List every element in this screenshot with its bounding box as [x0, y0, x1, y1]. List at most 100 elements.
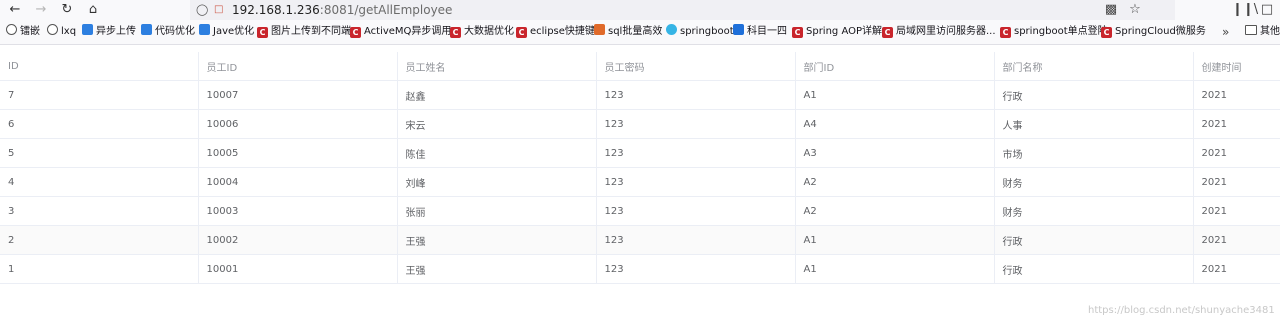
table-cell: 市场: [994, 138, 1194, 168]
address-bar[interactable]: ◯ □ 192.168.1.236:8081/getAllEmployee ▩ …: [190, 0, 1175, 20]
orange-logo-icon: [594, 24, 605, 35]
table-cell: 王强: [397, 225, 597, 255]
bookmark-label: sql批量高效: [608, 26, 663, 37]
table-cell: 10002: [198, 225, 398, 255]
bookmark-item[interactable]: C SpringCloud微服务: [1101, 24, 1206, 40]
bookmark-item[interactable]: 异步上传: [82, 24, 136, 40]
extensions-icon[interactable]: □: [1258, 1, 1276, 19]
csdn-icon: C: [882, 27, 893, 38]
bookmark-label: ActiveMQ异步调用: [364, 26, 452, 37]
bookmark-item[interactable]: Ceclipse快捷键: [516, 24, 595, 40]
bookmark-label: SpringCloud微服务: [1115, 26, 1206, 37]
bookmark-item[interactable]: springboot: [666, 24, 734, 40]
csdn-icon: C: [516, 27, 527, 38]
column-header[interactable]: ID: [0, 52, 199, 81]
bookmarks-bar: 镭嵌 lxq 异步上传 代码优化 Jave优化 C 图片上传到不同端 C ActiveMQ异步调…: [0, 20, 1280, 45]
table-cell: 3: [0, 196, 199, 226]
reload-icon[interactable]: ↻: [58, 1, 76, 19]
column-header[interactable]: 员工ID: [198, 52, 398, 81]
bookmarks-overflow-chevron-icon[interactable]: »: [1222, 24, 1229, 40]
table-cell: 刘峰: [397, 167, 597, 197]
bookmark-item[interactable]: 其他书: [1245, 24, 1280, 40]
table-row[interactable]: 3 10003 张丽 123 A2 财务 2021: [0, 196, 1280, 226]
table-row[interactable]: 6 10006 宋云 123 A4 人事 2021: [0, 109, 1280, 139]
column-header[interactable]: 部门名称: [994, 52, 1194, 81]
table-cell: 123: [596, 138, 796, 168]
bookmark-label: 大数据优化: [464, 26, 514, 37]
table-cell: 10005: [198, 138, 398, 168]
column-header[interactable]: 员工姓名: [397, 52, 597, 81]
table-cell: 行政: [994, 225, 1194, 255]
table-cell: A4: [795, 109, 995, 139]
bookmark-item[interactable]: C 大数据优化: [450, 24, 514, 40]
bookmark-label: 图片上传到不同端: [271, 26, 351, 37]
table-cell: 10006: [198, 109, 398, 139]
library-icon[interactable]: ❙❙\: [1232, 1, 1258, 19]
back-arrow-icon[interactable]: ←: [6, 1, 24, 19]
bookmark-item[interactable]: C 局域网里访问服务器...: [882, 24, 996, 40]
table-cell: 赵鑫: [397, 80, 597, 110]
bookmark-item[interactable]: Jave优化: [199, 24, 254, 40]
table-cell: A2: [795, 196, 995, 226]
url-text[interactable]: 192.168.1.236:8081/getAllEmployee: [232, 2, 452, 18]
bookmark-item[interactable]: lxq: [47, 24, 76, 40]
table-cell: 财务: [994, 167, 1194, 197]
globe-icon: [6, 24, 17, 35]
table-row[interactable]: 5 10005 陈佳 123 A3 市场 2021: [0, 138, 1280, 168]
table-row[interactable]: 2 10002 王强 123 A1 行政 2021: [0, 225, 1280, 255]
forward-arrow-icon[interactable]: →: [32, 1, 50, 19]
column-header[interactable]: 部门ID: [795, 52, 995, 81]
table-cell: A1: [795, 225, 995, 255]
bookmark-label: 异步上传: [96, 26, 136, 37]
bookmark-item[interactable]: sql批量高效: [594, 24, 662, 40]
table-body: 7 10007 赵鑫 123 A1 行政 2021 6 10006 宋云 123 A4 人事 2021 5 1…: [0, 80, 1280, 284]
bookmark-label: Jave优化: [213, 26, 255, 37]
table-cell: A1: [795, 80, 995, 110]
csdn-icon: C: [1101, 27, 1112, 38]
table-cell: 7: [0, 80, 199, 110]
bookmark-item[interactable]: C 图片上传到不同端: [257, 24, 351, 40]
insecure-lock-icon[interactable]: □: [214, 3, 224, 17]
table-cell: 10007: [198, 80, 398, 110]
table-cell: 123: [596, 225, 796, 255]
table-row[interactable]: 4 10004 刘峰 123 A2 财务 2021: [0, 167, 1280, 197]
table-cell: 123: [596, 109, 796, 139]
table-cell: 4: [0, 167, 199, 197]
table-cell: 123: [596, 167, 796, 197]
table-cell: 宋云: [397, 109, 597, 139]
table-row[interactable]: 7 10007 赵鑫 123 A1 行政 2021: [0, 80, 1280, 110]
bookmark-label: springboot: [680, 26, 734, 37]
bookmark-item[interactable]: 代码优化: [141, 24, 195, 40]
bookmark-item[interactable]: C ActiveMQ异步调用: [350, 24, 451, 40]
bookmark-label: lxq: [61, 26, 77, 37]
bookmark-item[interactable]: Cspringboot单点登陆: [1000, 24, 1108, 40]
table-cell: 行政: [994, 254, 1194, 284]
url-host: 192.168.1.236: [232, 3, 320, 17]
csdn-icon: C: [350, 27, 361, 38]
table-cell: 财务: [994, 196, 1194, 226]
employee-table: ID 员工ID 员工姓名 员工密码 部门ID 部门名称 创建时间 7 10007 赵鑫 123 A1…: [0, 52, 1280, 284]
table-cell: 2: [0, 225, 199, 255]
blue-logo-icon: [82, 24, 93, 35]
bookmark-star-icon[interactable]: ☆: [1126, 1, 1144, 19]
qr-code-icon[interactable]: ▩: [1102, 1, 1120, 19]
shield-icon[interactable]: ◯: [196, 3, 210, 17]
table-row[interactable]: 1 10001 王强 123 A1 行政 2021: [0, 254, 1280, 284]
column-header[interactable]: 创建时间: [1193, 52, 1280, 81]
folder-icon: [1245, 25, 1257, 35]
bookmark-label: 科目一四: [747, 26, 787, 37]
bookmark-item[interactable]: C Spring AOP详解: [792, 24, 882, 40]
bookmark-item[interactable]: 科目一四: [733, 24, 787, 40]
table-cell: 1: [0, 254, 199, 284]
table-cell: A3: [795, 138, 995, 168]
blue-logo-icon: [141, 24, 152, 35]
column-header[interactable]: 员工密码: [596, 52, 796, 81]
bookmark-item[interactable]: 镭嵌: [6, 24, 40, 40]
bookmark-label: 局域网里访问服务器...: [896, 26, 996, 37]
table-cell: 2021: [1193, 109, 1280, 139]
table-cell: 6: [0, 109, 199, 139]
home-icon[interactable]: ⌂: [84, 1, 102, 19]
employee-table-container: ID 员工ID 员工姓名 员工密码 部门ID 部门名称 创建时间 7 10007 赵鑫 123 A1…: [0, 52, 1280, 284]
table-cell: 行政: [994, 80, 1194, 110]
car-icon: [733, 24, 744, 35]
